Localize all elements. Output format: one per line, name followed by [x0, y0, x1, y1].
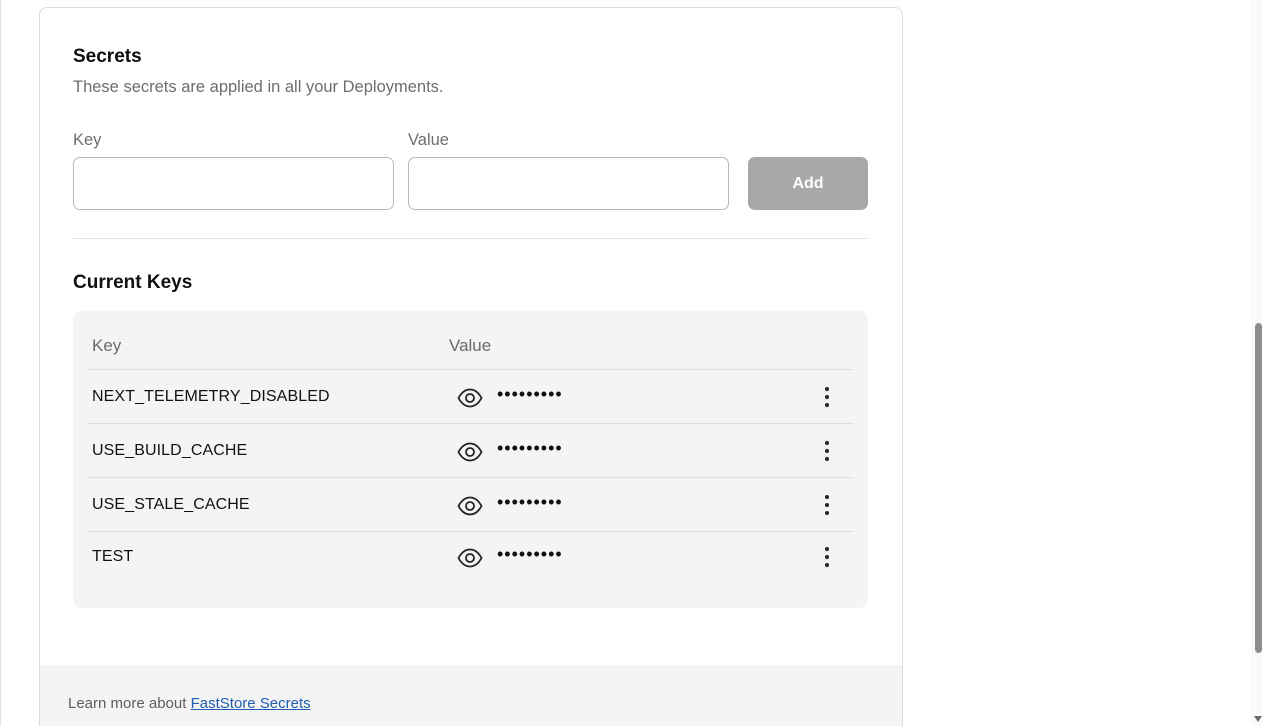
masked-secret-value: •••••••••	[497, 438, 563, 458]
value-field-label: Value	[408, 131, 449, 149]
masked-secret-value: •••••••••	[497, 544, 563, 564]
eye-icon[interactable]	[457, 388, 483, 408]
eye-icon[interactable]	[457, 548, 483, 568]
faststore-secrets-link[interactable]: FastStore Secrets	[191, 695, 311, 712]
column-header-value: Value	[449, 336, 492, 355]
page-left-border	[0, 0, 1, 726]
card-footer: Learn more about FastStore Secrets	[40, 666, 902, 726]
eye-icon[interactable]	[457, 496, 483, 516]
value-input[interactable]	[408, 157, 729, 210]
secret-key-name: TEST	[92, 548, 134, 565]
table-row: NEXT_TELEMETRY_DISABLED •••••••••	[87, 370, 854, 424]
more-vertical-icon[interactable]	[816, 438, 838, 464]
footer-text: Learn more about FastStore Secrets	[68, 695, 311, 712]
scrollbar-thumb[interactable]	[1255, 323, 1262, 653]
secret-key-name: NEXT_TELEMETRY_DISABLED	[92, 388, 330, 405]
secrets-card: Secrets These secrets are applied in all…	[39, 7, 903, 726]
more-vertical-icon[interactable]	[816, 384, 838, 410]
secrets-title: Secrets	[73, 46, 142, 67]
table-row: TEST •••••••••	[87, 532, 854, 586]
secret-key-name: USE_STALE_CACHE	[92, 496, 250, 513]
secrets-subtitle: These secrets are applied in all your De…	[73, 78, 444, 96]
scroll-down-arrow-icon[interactable]	[1254, 716, 1262, 722]
key-input[interactable]	[73, 157, 394, 210]
more-vertical-icon[interactable]	[816, 492, 838, 518]
table-row: USE_BUILD_CACHE •••••••••	[87, 424, 854, 478]
masked-secret-value: •••••••••	[497, 492, 563, 512]
add-secret-button[interactable]: Add	[748, 157, 868, 210]
table-row: USE_STALE_CACHE •••••••••	[87, 478, 854, 532]
current-keys-table: Key Value NEXT_TELEMETRY_DISABLED ••••••…	[73, 311, 868, 608]
current-keys-title: Current Keys	[73, 272, 193, 293]
masked-secret-value: •••••••••	[497, 384, 563, 404]
key-field-label: Key	[73, 131, 102, 149]
column-header-key: Key	[92, 336, 122, 355]
section-divider	[73, 238, 868, 239]
eye-icon[interactable]	[457, 442, 483, 462]
secret-key-name: USE_BUILD_CACHE	[92, 442, 248, 459]
footer-prefix: Learn more about	[68, 695, 187, 712]
more-vertical-icon[interactable]	[816, 544, 838, 570]
